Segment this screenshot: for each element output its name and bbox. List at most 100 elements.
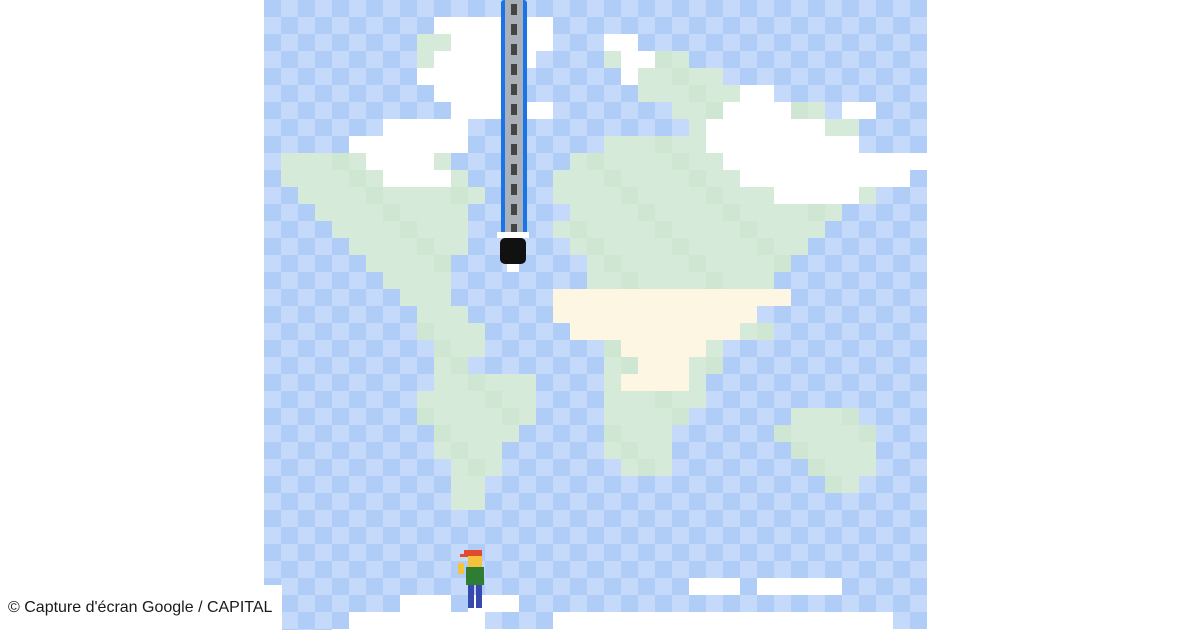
land-tile	[604, 238, 621, 255]
ocean-tile	[876, 374, 893, 391]
ocean-tile	[349, 51, 366, 68]
ice-tile	[383, 612, 400, 629]
drill-head-body	[500, 238, 526, 264]
ocean-tile	[434, 476, 451, 493]
ocean-tile	[910, 340, 927, 357]
ocean-tile	[417, 357, 434, 374]
land-tile	[587, 238, 604, 255]
ocean-tile	[281, 221, 298, 238]
land-tile	[706, 272, 723, 289]
ocean-tile	[570, 374, 587, 391]
ice-tile	[400, 136, 417, 153]
ice-tile	[808, 578, 825, 595]
ice-tile	[791, 170, 808, 187]
ice-tile	[842, 187, 859, 204]
land-tile	[672, 255, 689, 272]
land-tile	[638, 459, 655, 476]
ice-tile	[825, 170, 842, 187]
land-tile	[451, 340, 468, 357]
ocean-tile	[315, 459, 332, 476]
ocean-tile	[332, 238, 349, 255]
ocean-tile	[893, 357, 910, 374]
ocean-tile	[485, 493, 502, 510]
ocean-tile	[689, 493, 706, 510]
ocean-tile	[332, 136, 349, 153]
ocean-tile	[621, 595, 638, 612]
ice-tile	[808, 153, 825, 170]
ocean-tile	[400, 544, 417, 561]
ocean-tile	[876, 272, 893, 289]
ocean-tile	[859, 85, 876, 102]
land-tile	[587, 255, 604, 272]
ocean-tile	[400, 442, 417, 459]
land-tile	[621, 153, 638, 170]
land-tile	[417, 408, 434, 425]
ice-tile	[706, 136, 723, 153]
land-tile	[315, 153, 332, 170]
cable-dash	[511, 144, 517, 155]
ice-tile	[366, 612, 383, 629]
ocean-tile	[910, 544, 927, 561]
land-tile	[655, 204, 672, 221]
desert-tile	[655, 357, 672, 374]
ice-tile	[876, 170, 893, 187]
ocean-tile	[281, 187, 298, 204]
ice-tile	[723, 578, 740, 595]
land-tile	[366, 170, 383, 187]
land-tile	[791, 204, 808, 221]
land-tile	[672, 272, 689, 289]
land-tile	[434, 238, 451, 255]
ocean-tile	[842, 510, 859, 527]
land-tile	[825, 442, 842, 459]
ice-tile	[842, 170, 859, 187]
land-tile	[774, 425, 791, 442]
ocean-tile	[842, 578, 859, 595]
ocean-tile	[553, 561, 570, 578]
ocean-tile	[638, 34, 655, 51]
ocean-tile	[434, 0, 451, 17]
land-tile	[451, 459, 468, 476]
ice-tile	[808, 612, 825, 629]
land-tile	[281, 170, 298, 187]
ocean-tile	[383, 289, 400, 306]
land-tile	[706, 238, 723, 255]
ocean-tile	[553, 425, 570, 442]
ice-tile	[621, 51, 638, 68]
ocean-tile	[893, 527, 910, 544]
game-board[interactable]	[264, 0, 927, 630]
land-tile	[417, 289, 434, 306]
ice-tile	[417, 153, 434, 170]
ocean-tile	[315, 289, 332, 306]
ocean-tile	[315, 221, 332, 238]
ocean-tile	[332, 272, 349, 289]
land-tile	[604, 272, 621, 289]
land-tile	[672, 408, 689, 425]
ocean-tile	[553, 255, 570, 272]
ocean-tile	[893, 595, 910, 612]
land-tile	[604, 408, 621, 425]
land-tile	[672, 391, 689, 408]
ocean-tile	[536, 0, 553, 17]
desert-tile	[655, 323, 672, 340]
land-tile	[791, 442, 808, 459]
ice-tile	[825, 153, 842, 170]
land-tile	[400, 238, 417, 255]
land-tile	[689, 391, 706, 408]
ocean-tile	[672, 34, 689, 51]
desert-tile	[638, 340, 655, 357]
ocean-tile	[468, 170, 485, 187]
ocean-tile	[808, 34, 825, 51]
ocean-tile	[757, 561, 774, 578]
ocean-tile	[315, 527, 332, 544]
land-tile	[434, 408, 451, 425]
ocean-tile	[723, 493, 740, 510]
ocean-tile	[655, 17, 672, 34]
ice-tile	[451, 51, 468, 68]
ocean-tile	[740, 442, 757, 459]
ice-tile	[893, 170, 910, 187]
land-tile	[740, 204, 757, 221]
ice-tile	[774, 578, 791, 595]
ocean-tile	[825, 527, 842, 544]
land-tile	[706, 85, 723, 102]
land-tile	[434, 306, 451, 323]
